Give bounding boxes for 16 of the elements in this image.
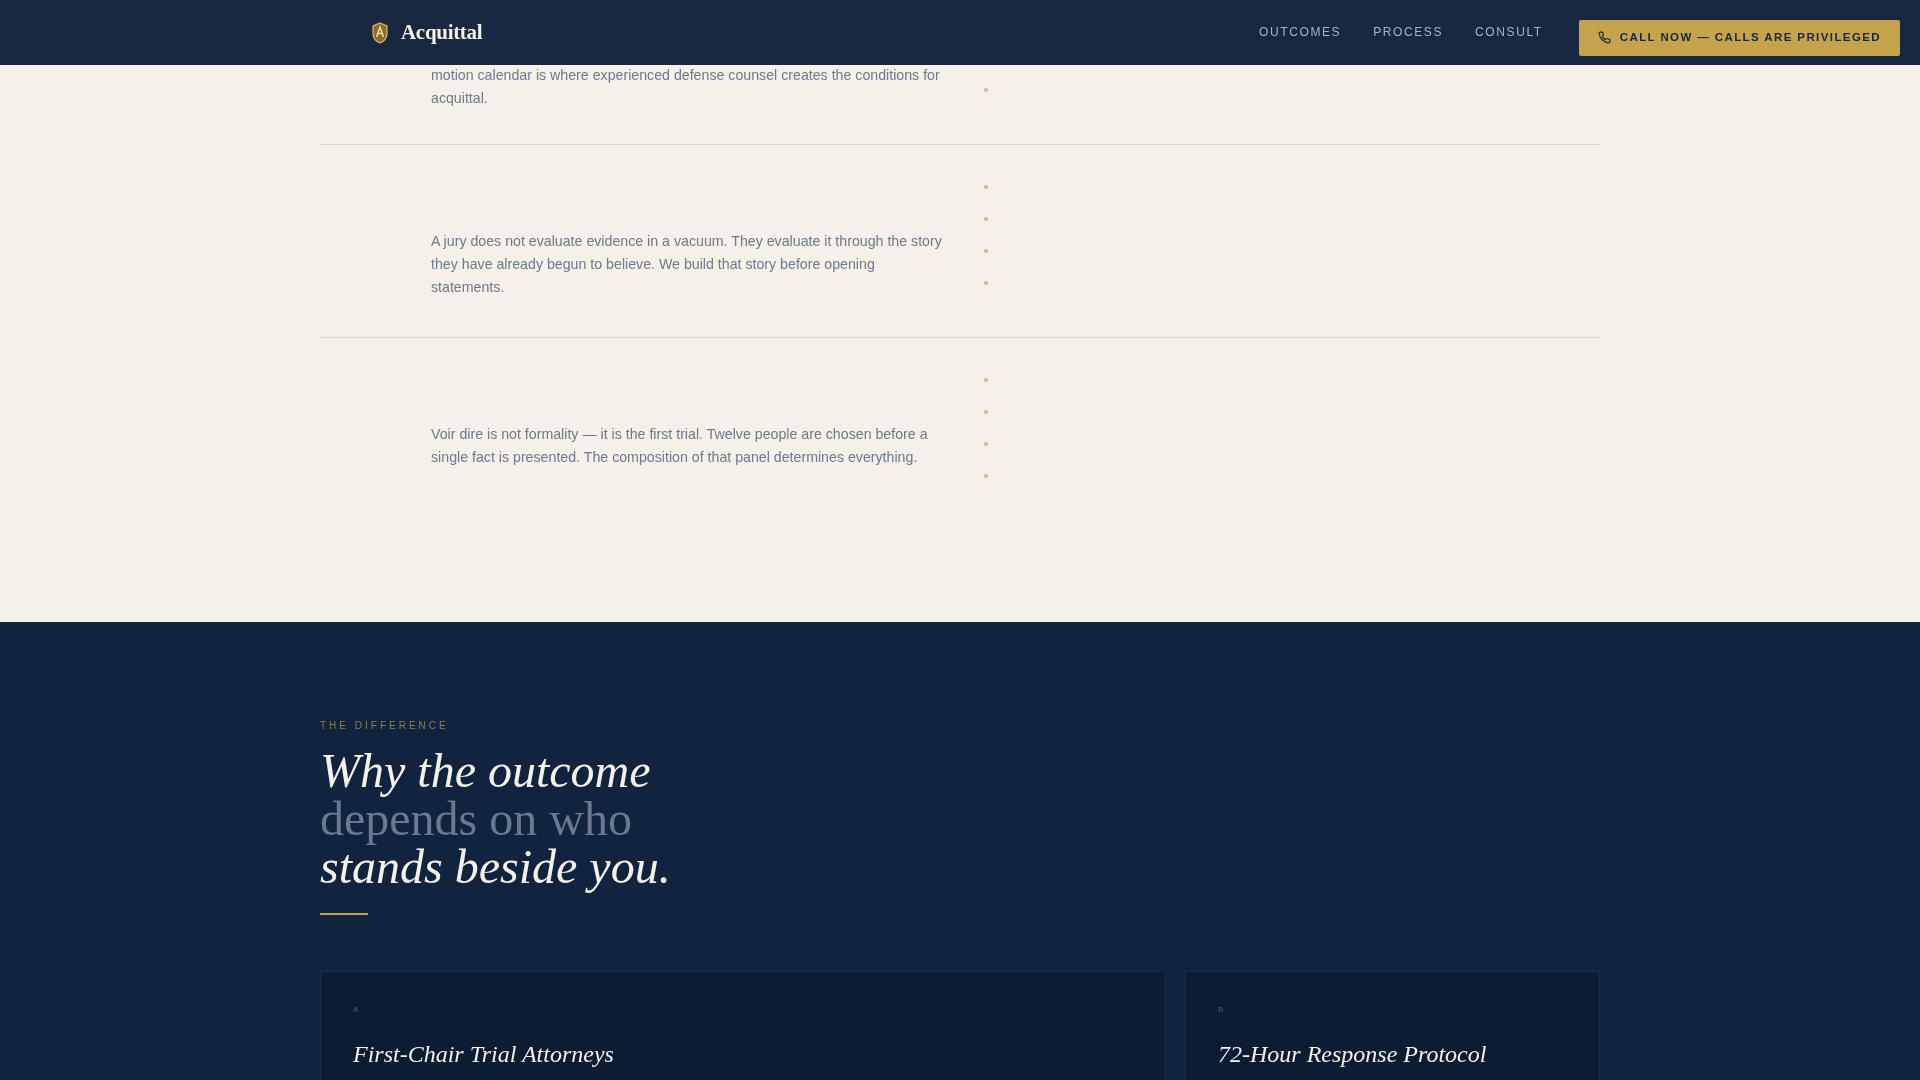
card-title: First-Chair Trial Attorneys [353, 1040, 614, 1069]
card-title: 72-Hour Response Protocol [1218, 1040, 1487, 1069]
nav-link[interactable]: OUTCOMES [1259, 22, 1342, 41]
brand-name[interactable]: Acquittal [401, 16, 483, 49]
section-eyebrow: THE DIFFERENCE [320, 719, 449, 733]
card-letter: A [353, 1004, 360, 1016]
card-letter: B [1218, 1004, 1225, 1016]
call-now-button[interactable]: CALL NOW — CALLS ARE PRIVILEGED [1578, 19, 1900, 56]
nav-link[interactable]: PROCESS [1373, 22, 1444, 41]
shield-logo-icon [371, 21, 389, 44]
section-heading-line: Why the outcome [320, 747, 651, 795]
phone-icon [1597, 31, 1611, 44]
process-description: A jury does not evaluate evidence in a vacuum. They evaluate it through the story they have already begun to believe. We build that story before opening statements. [431, 232, 943, 297]
process-description: motion calendar is where experienced defense counsel creates the conditions for acquittal. [431, 66, 941, 108]
process-description: Voir dire is not formality — it is the first trial. Twelve people are chosen before a single fact is presented. The composition of that panel determines everything. [431, 425, 929, 467]
nav-link[interactable]: CONSULT [1475, 22, 1543, 41]
